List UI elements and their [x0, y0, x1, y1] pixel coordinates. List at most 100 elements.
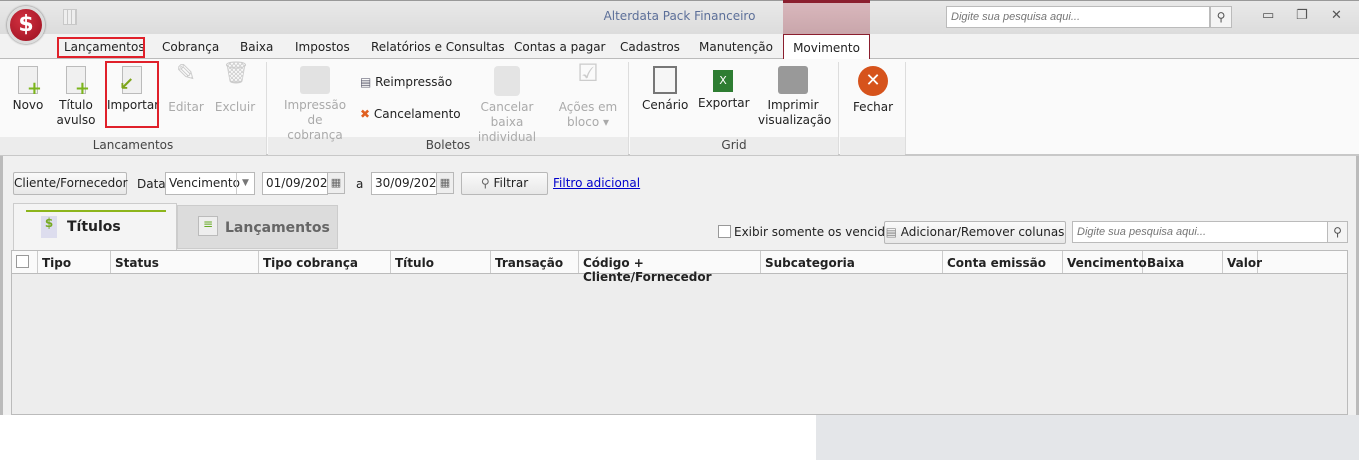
button-label: Editar — [168, 100, 204, 114]
select-all-checkbox[interactable] — [16, 255, 29, 268]
column-header[interactable]: Tipo cobrança — [259, 251, 391, 273]
column-header[interactable]: Valor — [1223, 251, 1262, 273]
titulo-avulso-button[interactable]: + Título avulso — [56, 66, 96, 128]
button-label: Fechar — [852, 100, 894, 114]
divider — [905, 62, 906, 154]
editar-button[interactable]: ✎ Editar — [166, 59, 206, 115]
exportar-button[interactable]: X Exportar — [698, 66, 750, 111]
acoes-bloco-button[interactable]: ☑ Ações em bloco ▾ — [558, 59, 618, 130]
cenario-button[interactable]: Cenário — [642, 66, 688, 113]
printer-icon — [778, 66, 808, 94]
tab-cadastros[interactable]: Cadastros — [620, 40, 680, 54]
column-header[interactable]: Status — [111, 251, 259, 273]
button-label: Cancelar baixa individual — [477, 100, 537, 144]
fechar-button[interactable]: ✕ Fechar — [850, 66, 896, 115]
window-icon — [653, 66, 677, 94]
novo-button[interactable]: + Novo — [10, 66, 46, 113]
reimpressao-button[interactable]: ▤ Reimpressão — [360, 75, 452, 90]
edit-icon: ✎ — [175, 59, 197, 87]
adicionar-remover-colunas-button[interactable]: ▤ Adicionar/Remover colunas — [884, 221, 1066, 244]
app-logo[interactable]: $ — [7, 6, 45, 44]
column-header[interactable]: Código + Cliente/Fornecedor — [579, 251, 761, 284]
titulos-icon: $ — [41, 216, 57, 238]
checklist-icon: ☑ — [577, 59, 599, 87]
filtro-adicional-link[interactable]: Filtro adicional — [553, 176, 640, 190]
button-label: Reimpressão — [375, 75, 453, 89]
button-label: Adicionar/Remover colunas — [900, 225, 1065, 239]
button-label: Título avulso — [56, 98, 96, 127]
calendar-icon[interactable]: ▦ — [436, 172, 454, 194]
excluir-button[interactable]: 🗑 Excluir — [214, 61, 256, 115]
tab-lancamentos-sub[interactable]: ≡ Lançamentos — [177, 205, 338, 249]
button-label: Imprimir visualização — [758, 98, 832, 127]
columns-icon: ▤ — [885, 225, 897, 239]
divider — [266, 62, 267, 154]
divider — [628, 62, 629, 154]
tab-movimento[interactable]: Movimento — [783, 34, 870, 59]
chevron-down-icon[interactable]: ▼ — [236, 173, 254, 194]
delete-icon: 🗑 — [222, 61, 250, 86]
date-to-input[interactable]: 30/09/2025 — [371, 172, 444, 195]
menu-tabs: Lançamentos Cobrança Baixa Impostos Rela… — [0, 34, 1359, 59]
button-label: Filtrar — [493, 176, 529, 190]
tab-contas-a-pagar[interactable]: Contas a pagar — [514, 40, 606, 54]
minimize-icon[interactable]: ▭ — [1262, 8, 1274, 23]
impressao-cobranca-button[interactable]: Impressão de cobrança — [280, 66, 350, 143]
lancamentos-icon: ≡ — [198, 216, 218, 236]
group-label-empty — [840, 137, 905, 155]
background-panel — [816, 415, 1359, 460]
tab-baixa[interactable]: Baixa — [240, 40, 273, 54]
close-icon[interactable]: ✕ — [1331, 8, 1342, 23]
date-from-input[interactable]: 01/09/2025 — [262, 172, 335, 195]
column-header[interactable]: Vencimento — [1063, 251, 1147, 273]
group-label-lancamentos: Lancamentos — [0, 137, 266, 155]
calendar-icon[interactable]: ▦ — [327, 172, 345, 194]
cliente-fornecedor-button[interactable]: Cliente/Fornecedor — [13, 172, 128, 195]
search-icon[interactable]: ⚲ — [1210, 6, 1232, 28]
data-type-select[interactable]: Vencimento ▼ — [165, 172, 255, 195]
column-header[interactable]: Transação — [491, 251, 579, 273]
vencidos-checkbox[interactable] — [718, 225, 731, 238]
global-search-input[interactable] — [946, 6, 1210, 28]
button-label: Novo — [12, 98, 44, 112]
select-all-checkbox-cell[interactable] — [12, 251, 38, 273]
highlight-box — [57, 37, 145, 58]
button-label: Cancelamento — [373, 107, 461, 121]
divider — [838, 62, 839, 154]
vencidos-label: Exibir somente os vencidos — [734, 225, 899, 239]
imprimir-visualizacao-button[interactable]: Imprimir visualização — [758, 66, 832, 128]
new-document-icon: + — [66, 66, 90, 98]
group-label-grid: Grid — [630, 137, 838, 155]
button-label: Excluir — [214, 100, 256, 114]
cancelar-baixa-button[interactable]: Cancelar baixa individual — [466, 66, 548, 145]
select-value: Vencimento — [169, 176, 240, 190]
grid-search-input[interactable] — [1072, 221, 1328, 243]
between-label: a — [356, 177, 364, 191]
tab-titulos[interactable]: $ Títulos — [13, 203, 177, 251]
search-icon[interactable]: ⚲ — [1327, 221, 1348, 243]
button-label: Cenário — [642, 98, 689, 112]
column-header[interactable]: Tipo — [38, 251, 111, 273]
column-header[interactable]: Subcategoria — [761, 251, 943, 273]
close-circle-icon: ✕ — [858, 66, 888, 96]
tab-manutencao[interactable]: Manutenção — [699, 40, 773, 54]
tab-impostos[interactable]: Impostos — [295, 40, 350, 54]
grid-header: Tipo Status Tipo cobrança Título Transaç… — [11, 250, 1348, 284]
tab-label: Títulos — [67, 219, 121, 235]
highlight-box — [105, 61, 159, 128]
restore-icon[interactable]: ❐ — [1296, 8, 1308, 23]
excel-export-icon: X — [713, 70, 733, 92]
active-indicator — [26, 210, 166, 212]
button-label: Exportar — [698, 96, 750, 110]
filtrar-button[interactable]: ⚲ Filtrar — [461, 172, 548, 195]
tab-relatorios[interactable]: Relatórios e Consultas — [371, 40, 505, 54]
tab-cobranca[interactable]: Cobrança — [162, 40, 219, 54]
column-header[interactable]: Baixa — [1143, 251, 1223, 273]
cancelamento-button[interactable]: ✖ Cancelamento — [360, 107, 461, 122]
column-header[interactable]: Conta emissão — [943, 251, 1063, 273]
cancel-x-icon: ✖ — [360, 107, 371, 121]
reprint-icon: ▤ — [360, 75, 372, 89]
button-label: Ações em bloco — [558, 100, 618, 129]
column-header[interactable]: Título — [391, 251, 491, 273]
printer-icon — [300, 66, 330, 94]
